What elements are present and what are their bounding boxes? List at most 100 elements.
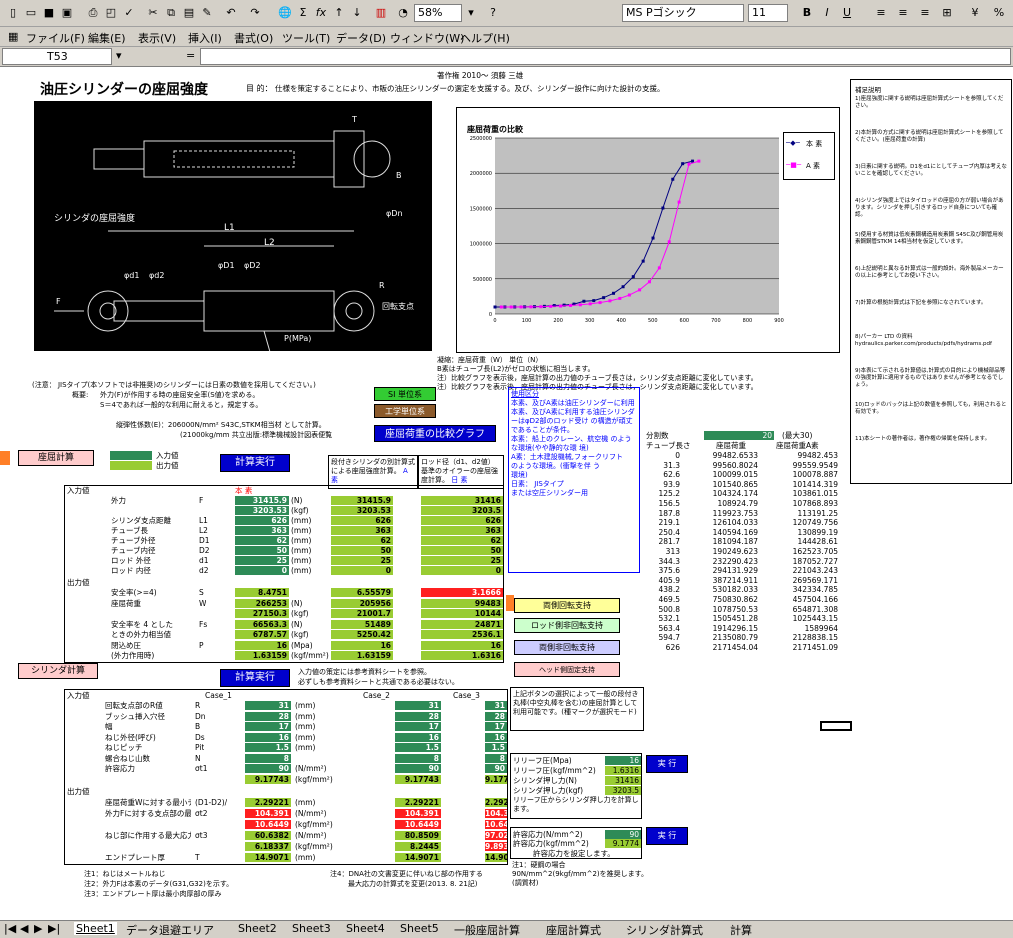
- selected-cell[interactable]: [820, 721, 852, 731]
- chart-wizard-icon[interactable]: ▥: [372, 4, 390, 22]
- merge-center-icon[interactable]: ⊞: [938, 4, 956, 22]
- relief-run-button[interactable]: 実 行: [646, 755, 688, 773]
- tab-cylinder-formula[interactable]: シリンダ計算式: [626, 922, 703, 938]
- print-icon[interactable]: ⎙: [84, 4, 102, 22]
- align-center-icon[interactable]: ≡: [894, 4, 912, 22]
- menu-window[interactable]: ウィンドウ(W): [390, 30, 464, 46]
- tab-first-icon[interactable]: |◀: [4, 922, 16, 935]
- new-file-icon[interactable]: ▯: [4, 4, 22, 22]
- paste-icon[interactable]: ▤: [180, 4, 198, 22]
- t2-div-value[interactable]: 20: [704, 431, 774, 440]
- undo-icon[interactable]: ↶: [222, 4, 240, 22]
- relief-v1[interactable]: 16: [605, 756, 641, 765]
- tab-calc[interactable]: 計算: [730, 922, 752, 938]
- tab-data-backup[interactable]: データ退避エリア: [126, 922, 214, 938]
- menu-help[interactable]: ヘルプ(H): [460, 30, 510, 46]
- cyl-in-value[interactable]: 17: [395, 722, 441, 731]
- currency-icon[interactable]: ¥: [966, 4, 984, 22]
- worksheet[interactable]: 油圧シリンダーの座屈強度 目 的： 仕様を策定することにより、市販の油圧シリンダ…: [0, 67, 1013, 920]
- cyl-in-value[interactable]: 1.5: [395, 743, 441, 752]
- name-box-chevron-icon[interactable]: ▾: [116, 49, 122, 62]
- permission-icon[interactable]: ▣: [58, 4, 76, 22]
- cyl-in-value[interactable]: 1.5: [245, 743, 291, 752]
- sort-asc-icon[interactable]: ↑: [330, 4, 348, 22]
- cyl-calc-section[interactable]: シリンダ計算: [18, 663, 98, 679]
- tab-prev-icon[interactable]: ◀: [20, 922, 28, 935]
- bk-in-value[interactable]: 0: [235, 566, 289, 575]
- copy-icon[interactable]: ⧉: [162, 4, 180, 22]
- compare-chart-button[interactable]: 座屈荷重の比較グラフ: [374, 425, 496, 442]
- font-size-select[interactable]: 11: [748, 4, 788, 22]
- menu-file[interactable]: ファイル(F): [26, 30, 85, 46]
- cyl-in-value[interactable]: 31: [485, 701, 507, 710]
- tab-general-buckling[interactable]: 一般座屈計算: [454, 922, 520, 938]
- tab-next-icon[interactable]: ▶: [34, 922, 42, 935]
- help-icon[interactable]: ?: [484, 4, 502, 22]
- bk-in-value[interactable]: 363: [235, 526, 289, 535]
- bk-in-value[interactable]: 50: [235, 546, 289, 555]
- align-left-icon[interactable]: ≡: [872, 4, 890, 22]
- print-preview-icon[interactable]: ◰: [102, 4, 120, 22]
- autosum-icon[interactable]: Σ: [294, 4, 312, 22]
- cyl-in-value[interactable]: 28: [245, 711, 291, 721]
- menu-tools[interactable]: ツール(T): [282, 30, 330, 46]
- cyl-in-value[interactable]: 90: [395, 764, 441, 773]
- menu-view[interactable]: 表示(V): [138, 30, 176, 46]
- align-right-icon[interactable]: ≡: [916, 4, 934, 22]
- formula-input[interactable]: [200, 48, 1011, 65]
- allow-v1[interactable]: 90: [605, 830, 641, 839]
- menu-data[interactable]: データ(D): [336, 30, 386, 46]
- excel-doc-icon[interactable]: ▦: [8, 30, 18, 43]
- cyl-in-value[interactable]: 16: [245, 732, 291, 742]
- tab-sheet3[interactable]: Sheet3: [292, 922, 331, 935]
- cyl-in-value[interactable]: 31: [395, 701, 441, 710]
- name-box[interactable]: T53: [2, 48, 112, 65]
- bk-in-value[interactable]: 31415.9: [235, 496, 289, 505]
- menu-format[interactable]: 書式(O): [234, 30, 273, 46]
- eng-unit-button[interactable]: 工学単位系: [374, 404, 436, 418]
- tab-sheet1[interactable]: Sheet1: [74, 922, 117, 935]
- side-button-2[interactable]: ロッド側非回転支持: [514, 618, 620, 633]
- cyl-in-value[interactable]: 16: [395, 732, 441, 742]
- cut-icon[interactable]: ✂: [144, 4, 162, 22]
- bk-in-value[interactable]: 25: [235, 556, 289, 565]
- buckling-calc-section[interactable]: 座屈計算: [18, 450, 94, 466]
- bk-in-value[interactable]: 62: [235, 536, 289, 545]
- cyl-in-value[interactable]: 16: [485, 732, 507, 742]
- side-button-4[interactable]: ヘッド側固定支持: [514, 662, 620, 677]
- side-button-3[interactable]: 両側非回転支持: [514, 640, 620, 655]
- font-select[interactable]: MS Pゴシック: [622, 4, 744, 22]
- cyl-in-value[interactable]: 90: [245, 764, 291, 773]
- sort-desc-icon[interactable]: ↓: [348, 4, 366, 22]
- drawing-icon[interactable]: ◔: [394, 4, 412, 22]
- chevron-down-icon[interactable]: ▾: [462, 4, 480, 22]
- cyl-in-value[interactable]: 1.5: [485, 743, 507, 752]
- bold-button[interactable]: B: [798, 4, 816, 22]
- tab-last-icon[interactable]: ▶|: [48, 922, 60, 935]
- allow-run-button[interactable]: 実 行: [646, 827, 688, 845]
- menu-edit[interactable]: 編集(E): [88, 30, 126, 46]
- zoom-select[interactable]: 58%: [414, 4, 462, 22]
- italic-button[interactable]: I: [818, 4, 836, 22]
- percent-button[interactable]: %: [990, 4, 1008, 22]
- calc-run-button-2[interactable]: 計算実行: [220, 669, 290, 687]
- underline-button[interactable]: U: [838, 4, 856, 22]
- spellcheck-icon[interactable]: ✓: [120, 4, 138, 22]
- hyperlink-icon[interactable]: 🌐: [276, 4, 294, 22]
- side-button-1[interactable]: 両側回転支持: [514, 598, 620, 613]
- cyl-in-value[interactable]: 8: [395, 753, 441, 763]
- cyl-in-value[interactable]: 17: [245, 722, 291, 731]
- cyl-in-value[interactable]: 90: [485, 764, 507, 773]
- menu-insert[interactable]: 挿入(I): [188, 30, 222, 46]
- tab-sheet5[interactable]: Sheet5: [400, 922, 439, 935]
- cyl-in-value[interactable]: 8: [245, 753, 291, 763]
- function-icon[interactable]: fx: [312, 4, 330, 22]
- redo-icon[interactable]: ↷: [246, 4, 264, 22]
- cyl-in-value[interactable]: 8: [485, 753, 507, 763]
- si-unit-button[interactable]: SI 単位系: [374, 387, 436, 401]
- save-icon[interactable]: ■: [40, 4, 58, 22]
- open-folder-icon[interactable]: ▭: [22, 4, 40, 22]
- format-painter-icon[interactable]: ✎: [198, 4, 216, 22]
- bk-in-value[interactable]: 3203.53: [235, 506, 289, 515]
- buckling-chart[interactable]: 座屈荷重の比較 0 500000 1000000 1500000 2000000 2500…: [456, 107, 840, 353]
